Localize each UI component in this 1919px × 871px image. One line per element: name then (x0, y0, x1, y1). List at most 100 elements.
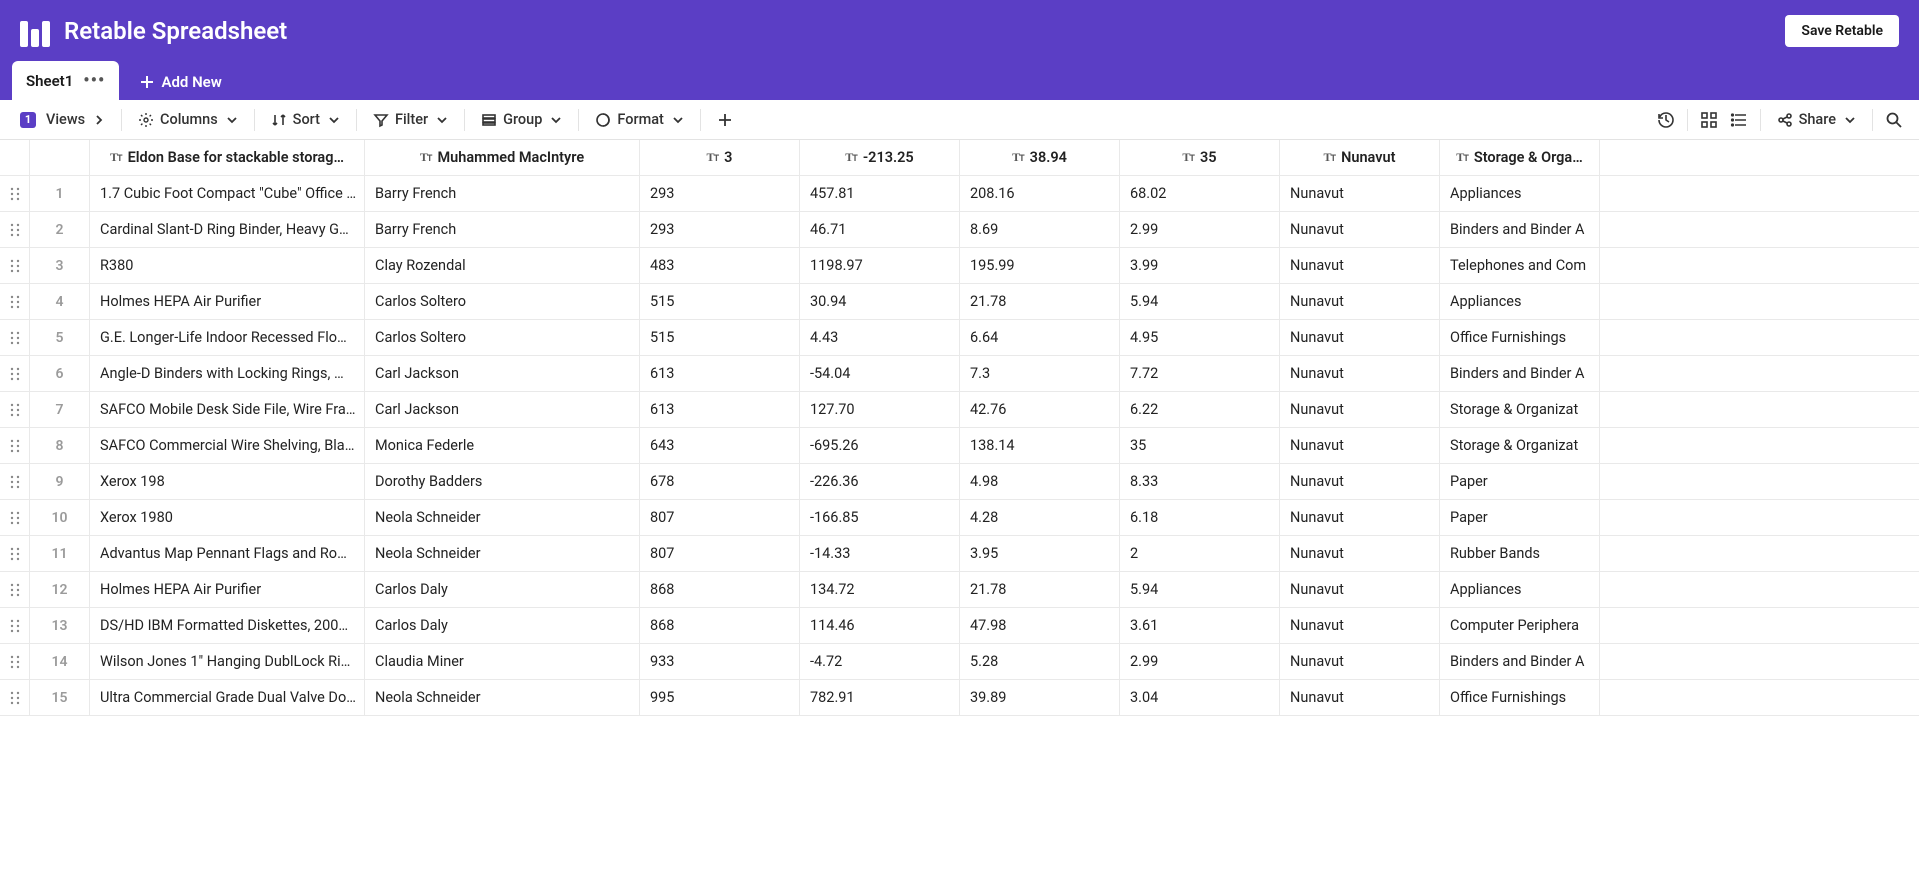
cell[interactable]: 8.33 (1120, 464, 1280, 499)
cell[interactable]: Carlos Daly (365, 608, 640, 643)
row-handle[interactable] (0, 500, 30, 535)
row-handle[interactable] (0, 536, 30, 571)
cell[interactable]: 782.91 (800, 680, 960, 715)
cell[interactable]: 457.81 (800, 176, 960, 211)
cell[interactable]: Carlos Soltero (365, 320, 640, 355)
cell[interactable]: Appliances (1440, 572, 1600, 607)
table-row[interactable]: 13DS/HD IBM Formatted Diskettes, 200…Car… (0, 608, 1919, 644)
cell[interactable]: 1198.97 (800, 248, 960, 283)
row-number[interactable]: 3 (30, 248, 90, 283)
cell[interactable]: 807 (640, 500, 800, 535)
row-handle[interactable] (0, 320, 30, 355)
cell[interactable]: Neola Schneider (365, 536, 640, 571)
cell[interactable]: Carlos Daly (365, 572, 640, 607)
cell[interactable]: 35 (1120, 428, 1280, 463)
cell[interactable]: 39.89 (960, 680, 1120, 715)
cell[interactable]: SAFCO Mobile Desk Side File, Wire Fra… (90, 392, 365, 427)
row-number[interactable]: 4 (30, 284, 90, 319)
filter-button[interactable]: Filter (363, 105, 458, 134)
row-handle[interactable] (0, 608, 30, 643)
row-handle[interactable] (0, 356, 30, 391)
cell[interactable]: 995 (640, 680, 800, 715)
cell[interactable]: R380 (90, 248, 365, 283)
cell[interactable]: 6.18 (1120, 500, 1280, 535)
cell[interactable]: 1.7 Cubic Foot Compact "Cube" Office … (90, 176, 365, 211)
cell[interactable]: 30.94 (800, 284, 960, 319)
cell[interactable]: 47.98 (960, 608, 1120, 643)
group-button[interactable]: Group (471, 105, 572, 134)
cell[interactable]: 8.69 (960, 212, 1120, 247)
cell[interactable]: Holmes HEPA Air Purifier (90, 572, 365, 607)
cell[interactable]: 515 (640, 320, 800, 355)
cell[interactable]: 4.28 (960, 500, 1120, 535)
cell[interactable]: Appliances (1440, 176, 1600, 211)
cell[interactable]: Binders and Binder A (1440, 644, 1600, 679)
cell[interactable]: Telephones and Com (1440, 248, 1600, 283)
save-button[interactable]: Save Retable (1785, 15, 1899, 47)
sort-button[interactable]: Sort (261, 105, 350, 134)
cell[interactable]: 868 (640, 608, 800, 643)
row-handle[interactable] (0, 248, 30, 283)
cell[interactable]: Storage & Organizat (1440, 428, 1600, 463)
cell[interactable]: Nunavut (1280, 284, 1440, 319)
row-number[interactable]: 10 (30, 500, 90, 535)
add-new-sheet-button[interactable]: Add New (127, 64, 233, 100)
cell[interactable]: Nunavut (1280, 464, 1440, 499)
table-row[interactable]: 14Wilson Jones 1" Hanging DublLock Ri…Cl… (0, 644, 1919, 680)
cell[interactable]: 195.99 (960, 248, 1120, 283)
cell[interactable]: Carl Jackson (365, 392, 640, 427)
column-header[interactable]: TTStorage & Orga… (1440, 140, 1600, 175)
table-row[interactable]: 5G.E. Longer-Life Indoor Recessed Flo…Ca… (0, 320, 1919, 356)
cell[interactable]: 613 (640, 392, 800, 427)
cell[interactable]: Holmes HEPA Air Purifier (90, 284, 365, 319)
more-icon[interactable]: ••• (83, 70, 105, 91)
cell[interactable]: 68.02 (1120, 176, 1280, 211)
cell[interactable]: 6.64 (960, 320, 1120, 355)
cell[interactable]: 643 (640, 428, 800, 463)
table-row[interactable]: 7SAFCO Mobile Desk Side File, Wire Fra…C… (0, 392, 1919, 428)
cell[interactable]: Monica Federle (365, 428, 640, 463)
cell[interactable]: Carl Jackson (365, 356, 640, 391)
table-row[interactable]: 11.7 Cubic Foot Compact "Cube" Office …B… (0, 176, 1919, 212)
column-header[interactable]: TTMuhammed MacIntyre (365, 140, 640, 175)
cell[interactable]: 293 (640, 176, 800, 211)
cell[interactable]: 933 (640, 644, 800, 679)
cell[interactable]: 127.70 (800, 392, 960, 427)
cell[interactable]: Binders and Binder A (1440, 212, 1600, 247)
cell[interactable]: -14.33 (800, 536, 960, 571)
table-row[interactable]: 10Xerox 1980Neola Schneider807-166.854.2… (0, 500, 1919, 536)
cell[interactable]: 293 (640, 212, 800, 247)
cell[interactable]: Nunavut (1280, 428, 1440, 463)
grid-view-button[interactable] (1694, 105, 1724, 135)
cell[interactable]: Paper (1440, 500, 1600, 535)
row-number[interactable]: 12 (30, 572, 90, 607)
cell[interactable]: -226.36 (800, 464, 960, 499)
cell[interactable]: 134.72 (800, 572, 960, 607)
cell[interactable]: Ultra Commercial Grade Dual Valve Do… (90, 680, 365, 715)
cell[interactable]: Nunavut (1280, 572, 1440, 607)
cell[interactable]: 613 (640, 356, 800, 391)
row-number[interactable]: 5 (30, 320, 90, 355)
cell[interactable]: 5.28 (960, 644, 1120, 679)
row-handle[interactable] (0, 212, 30, 247)
history-button[interactable] (1651, 105, 1681, 135)
add-button[interactable] (707, 106, 743, 134)
cell[interactable]: 42.76 (960, 392, 1120, 427)
table-row[interactable]: 4Holmes HEPA Air PurifierCarlos Soltero5… (0, 284, 1919, 320)
cell[interactable]: 46.71 (800, 212, 960, 247)
columns-button[interactable]: Columns (128, 105, 248, 134)
cell[interactable]: Nunavut (1280, 212, 1440, 247)
cell[interactable]: DS/HD IBM Formatted Diskettes, 200… (90, 608, 365, 643)
cell[interactable]: -166.85 (800, 500, 960, 535)
column-header[interactable]: TT38.94 (960, 140, 1120, 175)
row-handle[interactable] (0, 644, 30, 679)
cell[interactable]: Nunavut (1280, 644, 1440, 679)
cell[interactable]: -54.04 (800, 356, 960, 391)
cell[interactable]: 4.95 (1120, 320, 1280, 355)
row-number[interactable]: 14 (30, 644, 90, 679)
cell[interactable]: 868 (640, 572, 800, 607)
cell[interactable]: Cardinal Slant-D Ring Binder, Heavy G… (90, 212, 365, 247)
cell[interactable]: Rubber Bands (1440, 536, 1600, 571)
cell[interactable]: Clay Rozendal (365, 248, 640, 283)
cell[interactable]: Barry French (365, 176, 640, 211)
